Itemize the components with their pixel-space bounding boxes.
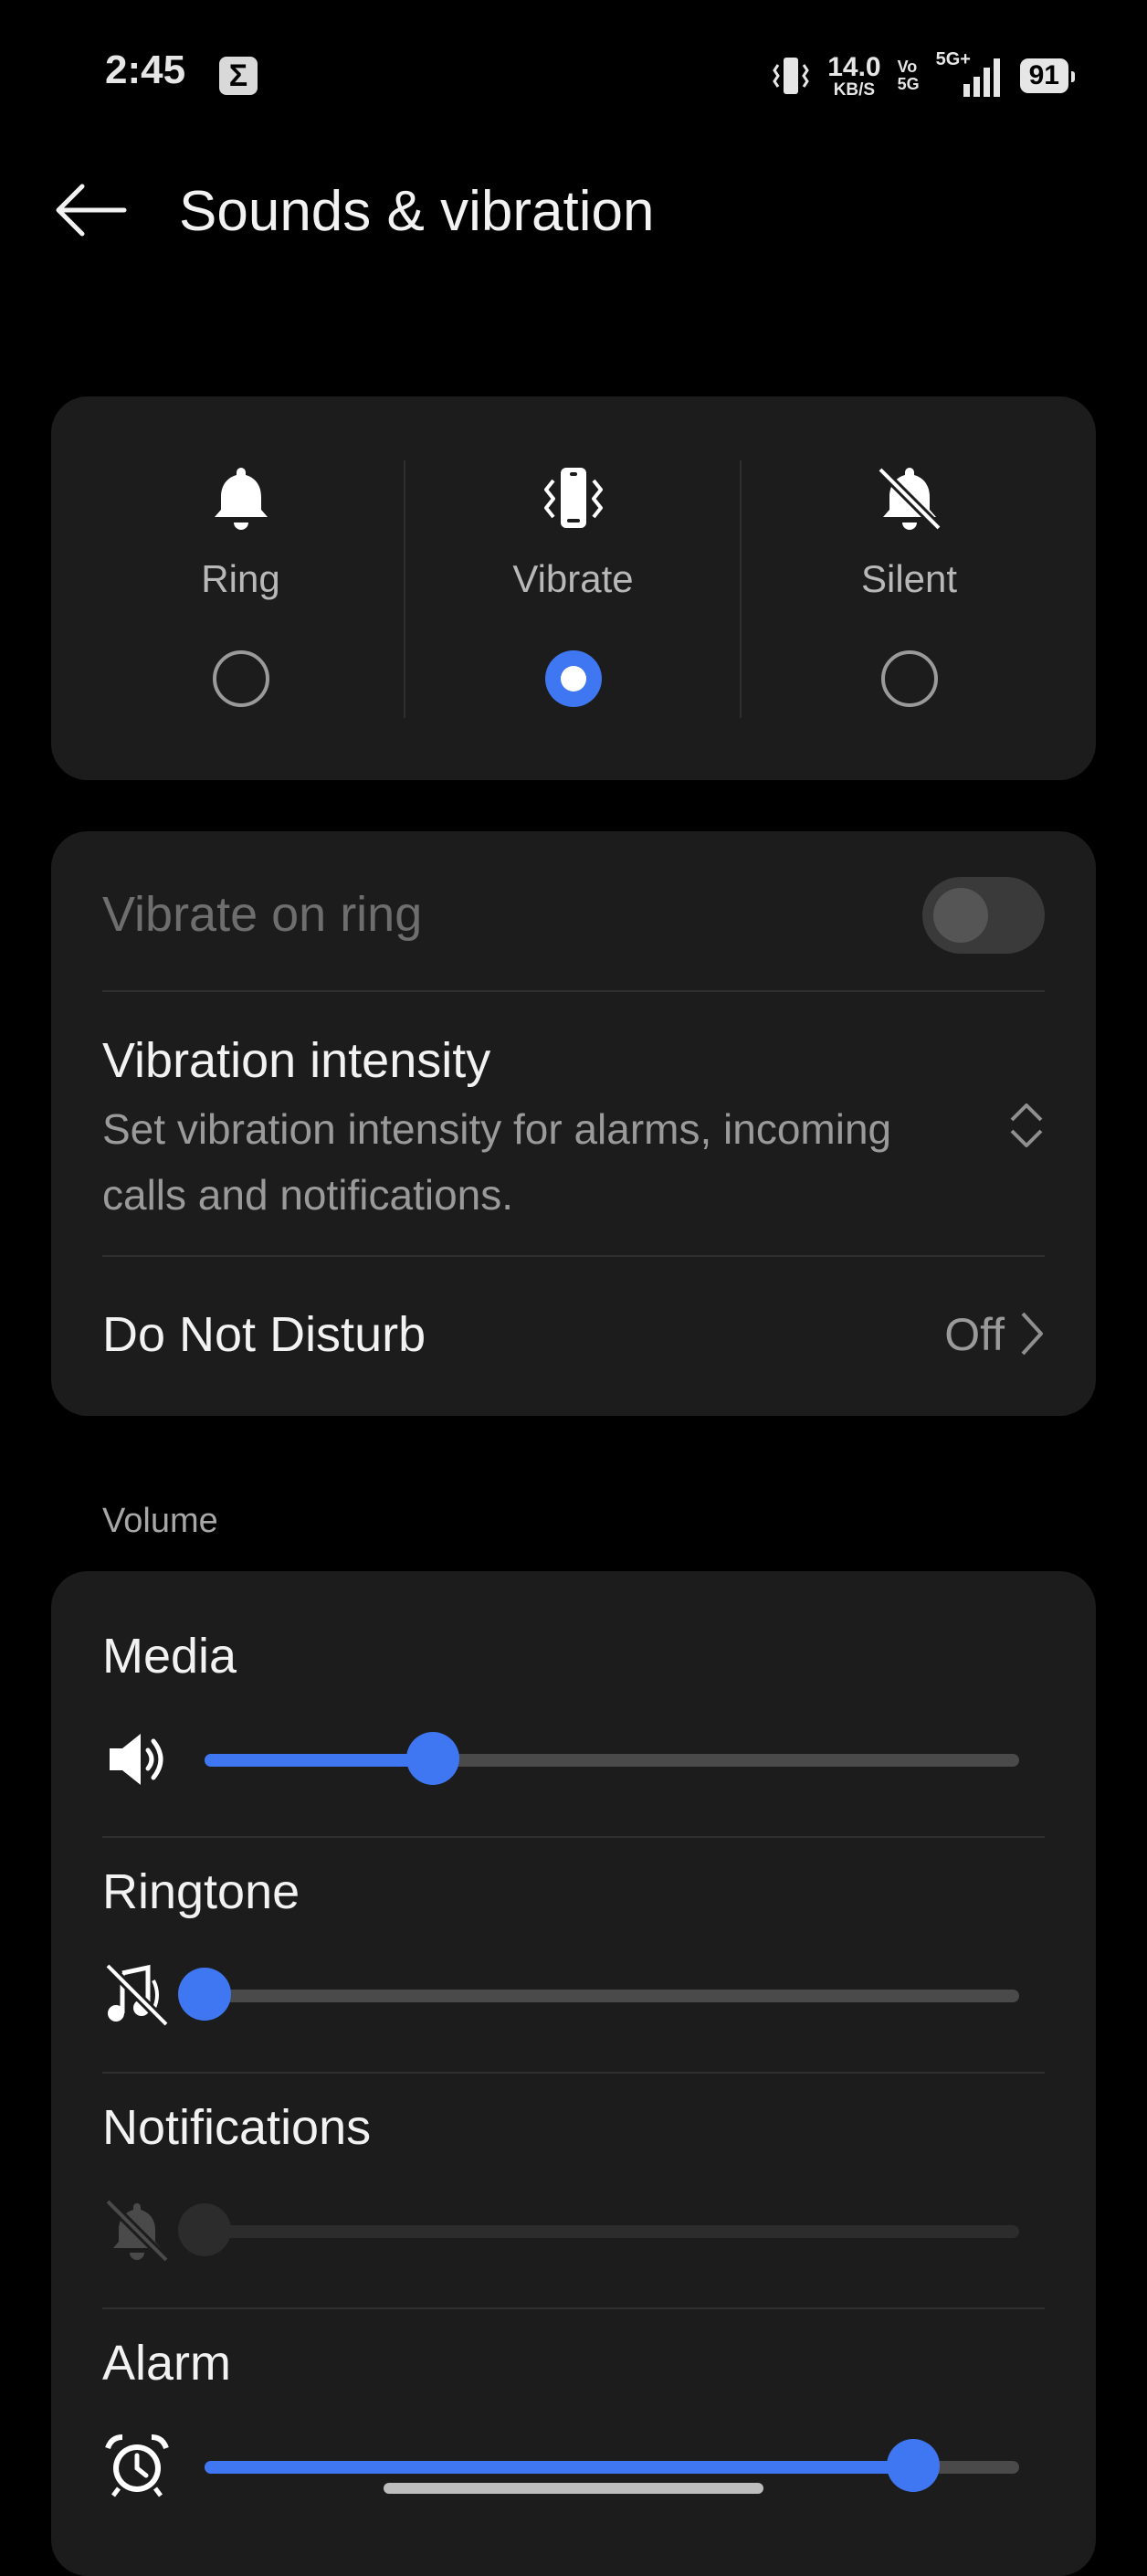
vibrate-status-icon xyxy=(773,58,810,94)
chevron-right-icon xyxy=(1021,1312,1043,1356)
notifications-volume-slider[interactable] xyxy=(178,2203,1019,2256)
do-not-disturb-label: Do Not Disturb xyxy=(102,1307,426,1362)
alarm-volume-slider[interactable] xyxy=(205,2439,1019,2492)
media-volume-label: Media xyxy=(102,1629,237,1684)
vibration-intensity-description-2: calls and notifications. xyxy=(102,1171,514,1219)
silent-radio[interactable] xyxy=(880,650,938,707)
bell-icon xyxy=(214,468,268,530)
status-icons: 14.0 KB/S Vo 5G 5G+ 91 xyxy=(771,49,1076,100)
sound-mode-card: Ring Vibrate Silent xyxy=(51,396,1096,780)
divider xyxy=(102,1836,1045,1838)
slider-thumb[interactable] xyxy=(178,1968,231,2021)
gesture-nav-bar[interactable] xyxy=(384,2483,763,2494)
divider xyxy=(102,1255,1045,1257)
vibrate-phone-icon xyxy=(543,468,603,528)
media-volume-slider[interactable] xyxy=(205,1732,1019,1785)
mode-label: Silent xyxy=(860,557,958,600)
divider xyxy=(102,2072,1045,2074)
speaker-icon xyxy=(110,1734,163,1785)
ringtone-volume-slider[interactable] xyxy=(178,1968,1019,2021)
ringtone-volume-label: Ringtone xyxy=(102,1864,300,1919)
slider-thumb[interactable] xyxy=(887,2439,941,2492)
notifications-volume-label: Notifications xyxy=(102,2100,372,2155)
divider xyxy=(102,2307,1045,2309)
volume-section-label: Volume xyxy=(102,1502,218,1540)
toggle-knob xyxy=(933,888,988,943)
expand-collapse-icon xyxy=(1010,1103,1043,1147)
slider-thumb[interactable] xyxy=(178,2203,231,2256)
vibrate-radio[interactable] xyxy=(544,650,602,707)
mode-label: Vibrate xyxy=(512,557,634,600)
mode-silent[interactable]: Silent xyxy=(742,396,1077,780)
divider xyxy=(102,990,1045,992)
mode-ring[interactable]: Ring xyxy=(73,396,408,780)
back-arrow-icon[interactable] xyxy=(51,181,128,239)
page-title: Sounds & vibration xyxy=(179,180,655,243)
network-speed: 14.0 KB/S xyxy=(827,51,881,100)
volte-indicator: Vo 5G xyxy=(897,58,920,93)
alarm-clock-icon xyxy=(105,2434,169,2497)
app-notification-icon: Σ xyxy=(219,57,258,95)
vibrate-on-ring-label: Vibrate on ring xyxy=(102,887,423,942)
mode-label: Ring xyxy=(201,557,280,600)
status-time: 2:45 xyxy=(105,48,186,92)
do-not-disturb-value: Off xyxy=(944,1309,1005,1360)
slider-thumb[interactable] xyxy=(405,1732,459,1785)
ringtone-muted-icon xyxy=(104,1962,170,2028)
ring-radio[interactable] xyxy=(212,650,269,707)
vibration-settings-card: Vibrate on ring Vibration intensity Set … xyxy=(51,831,1096,1416)
vibration-intensity-label: Vibration intensity xyxy=(102,1033,491,1088)
volume-card: Media Ringtone Notifications Alarm xyxy=(51,1571,1096,2576)
status-bar: 2:45 Σ 14.0 KB/S Vo 5G 5G+ 91 xyxy=(0,0,1147,146)
signal-bars-icon xyxy=(963,58,1000,97)
bell-off-icon xyxy=(876,466,942,532)
mode-vibrate[interactable]: Vibrate xyxy=(405,396,741,780)
vibration-intensity-description-1: Set vibration intensity for alarms, inco… xyxy=(102,1105,892,1153)
battery-indicator: 91 xyxy=(1019,58,1076,93)
cell-signal: 5G+ xyxy=(936,49,1004,99)
vibrate-on-ring-toggle[interactable] xyxy=(922,877,1045,954)
alarm-volume-label: Alarm xyxy=(102,2336,232,2391)
slider-fill xyxy=(205,2461,914,2474)
notification-muted-icon xyxy=(104,2198,170,2264)
slider-fill xyxy=(205,1754,433,1767)
